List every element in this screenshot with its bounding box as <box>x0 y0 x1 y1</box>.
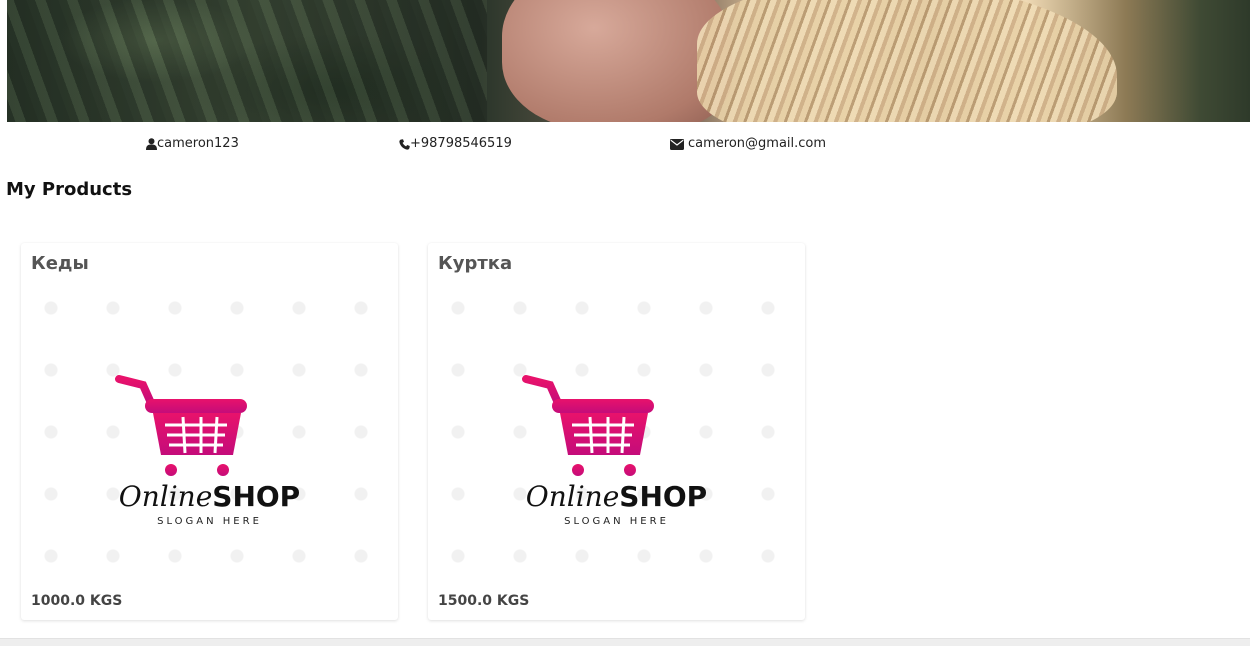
section-title-my-products: My Products <box>6 179 133 200</box>
shopping-cart-icon <box>522 375 654 476</box>
logo-slogan: SLOGAN HERE <box>564 516 669 527</box>
contact-email: cameron@gmail.com <box>670 135 826 153</box>
username-text: cameron123 <box>157 136 239 151</box>
product-card[interactable]: Куртка OnlineSHOP SLOGAN HERE 1500.0 KGS <box>428 243 805 620</box>
shop-logo-text: OnlineSHOP <box>118 480 301 513</box>
product-name[interactable]: Куртка <box>438 253 512 274</box>
contact-username: cameron123 <box>146 135 239 153</box>
product-image[interactable]: OnlineSHOP SLOGAN HERE <box>31 288 388 573</box>
product-image[interactable]: OnlineSHOP SLOGAN HERE <box>438 288 795 573</box>
product-name[interactable]: Кеды <box>31 253 89 274</box>
product-price: 1500.0 KGS <box>438 593 530 609</box>
product-price: 1000.0 KGS <box>31 593 123 609</box>
user-icon <box>146 138 157 150</box>
shopping-cart-icon <box>115 375 247 476</box>
logo-slogan: SLOGAN HERE <box>157 516 262 527</box>
email-text: cameron@gmail.com <box>688 136 827 151</box>
product-card[interactable]: Кеды OnlineSHOP SLOGAN HERE 1000.0 KGS <box>21 243 398 620</box>
phone-icon <box>399 138 410 150</box>
shop-logo-text: OnlineSHOP <box>525 480 708 513</box>
phone-text: +98798546519 <box>410 136 512 151</box>
contact-phone: +98798546519 <box>399 135 512 153</box>
envelope-icon <box>670 138 684 150</box>
profile-banner-image <box>7 0 1250 122</box>
